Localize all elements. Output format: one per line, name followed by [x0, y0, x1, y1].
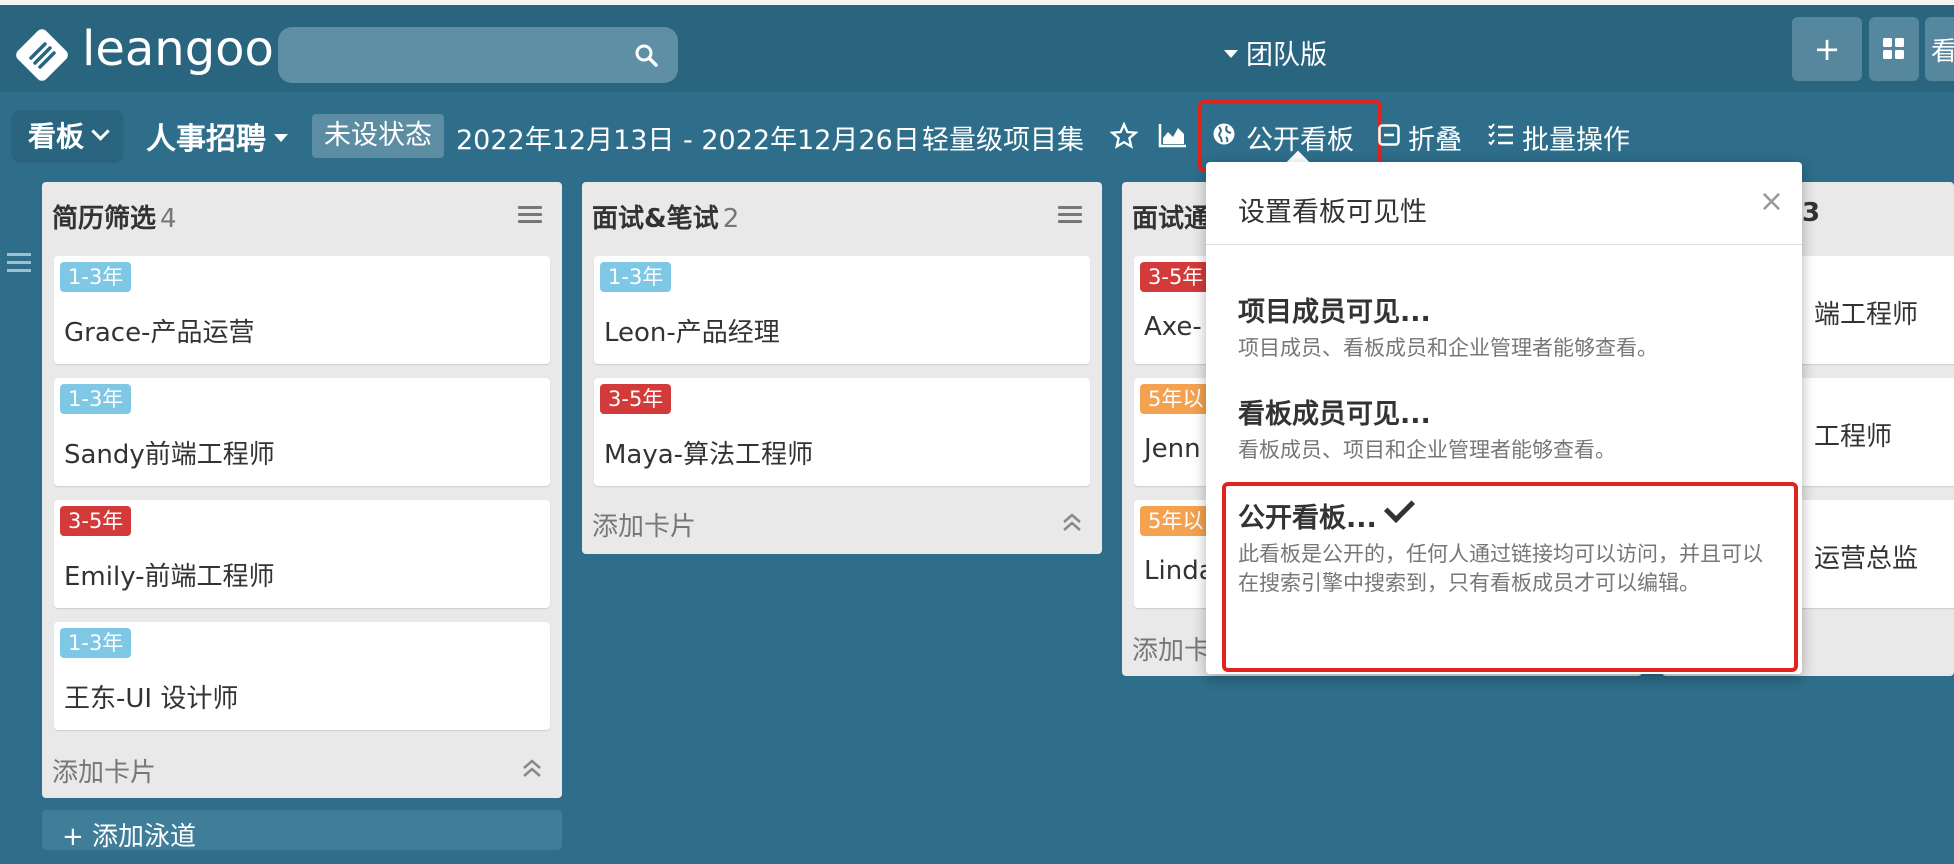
collapse-up-icon[interactable]: [520, 756, 544, 780]
public-option-highlight: [1222, 482, 1798, 672]
add-card-button[interactable]: 添加卡: [1132, 630, 1210, 667]
list-count: 3: [1802, 198, 1821, 228]
card-title: Maya-算法工程师: [604, 440, 814, 470]
visibility-button[interactable]: 公开看板: [1246, 118, 1354, 157]
list-menu-icon[interactable]: [518, 206, 542, 224]
list-interview-test: 面试&笔试 2 1-3年 Leon-产品经理 3-5年 Maya-算法工程师 添加…: [582, 182, 1102, 554]
option-project-members[interactable]: 项目成员可见...: [1238, 290, 1431, 329]
top-navigation-bar: leangoo 团队版 + 看: [0, 5, 1954, 92]
logo-text[interactable]: leangoo: [82, 21, 274, 77]
date-range[interactable]: 2022年12月13日 - 2022年12月26日: [456, 118, 920, 157]
experience-tag: 3-5年: [1140, 262, 1212, 292]
collapse-up-icon[interactable]: [1060, 510, 1084, 534]
globe-icon: [1213, 123, 1235, 145]
caret-down-icon: [274, 133, 288, 142]
apps-grid-button[interactable]: [1869, 17, 1919, 81]
card[interactable]: 1-3年 Grace-产品运营: [54, 256, 550, 364]
card[interactable]: 3-5年 Emily-前端工程师: [54, 500, 550, 608]
fold-button[interactable]: 折叠: [1408, 118, 1462, 157]
close-icon[interactable]: ×: [1759, 184, 1784, 219]
board-menu-button[interactable]: 看: [1925, 17, 1954, 81]
divider: [1206, 244, 1802, 245]
card-title: 端工程师: [1814, 300, 1919, 330]
card[interactable]: 3-5年 Maya-算法工程师: [594, 378, 1090, 486]
option-board-members[interactable]: 看板成员可见...: [1238, 392, 1431, 431]
option-description: 看板成员、项目和企业管理者能够查看。: [1238, 438, 1616, 462]
add-button[interactable]: +: [1792, 17, 1862, 81]
experience-tag: 5年以: [1140, 384, 1212, 414]
leangoo-logo-icon[interactable]: [14, 27, 70, 83]
edition-dropdown[interactable]: 团队版: [1224, 33, 1327, 72]
list-title[interactable]: 面试&笔试 2: [592, 198, 739, 235]
card-title: 王东-UI 设计师: [64, 684, 239, 714]
sidebar-toggle-icon[interactable]: [7, 253, 31, 273]
view-switch-dropdown[interactable]: 看板: [12, 110, 124, 160]
batch-operation-button[interactable]: 批量操作: [1522, 118, 1630, 157]
card-title: Sandy前端工程师: [64, 440, 275, 470]
list-menu-icon[interactable]: [1058, 206, 1082, 224]
list-title[interactable]: 简历筛选 4: [52, 198, 177, 235]
chart-icon[interactable]: [1158, 122, 1188, 148]
checklist-icon: [1488, 123, 1513, 146]
experience-tag: 3-5年: [600, 384, 672, 414]
grid-icon: [1883, 38, 1904, 59]
add-card-button[interactable]: 添加卡片: [52, 752, 156, 789]
card[interactable]: 1-3年 王东-UI 设计师: [54, 622, 550, 730]
card-title: Axe-: [1144, 312, 1202, 342]
collapse-icon: [1378, 124, 1400, 146]
board-title-dropdown[interactable]: 人事招聘: [146, 114, 288, 158]
caret-down-icon: [1224, 49, 1238, 58]
experience-tag: 1-3年: [60, 262, 132, 292]
card[interactable]: 1-3年 Leon-产品经理: [594, 256, 1090, 364]
experience-tag: 1-3年: [60, 628, 132, 658]
card-title: Emily-前端工程师: [64, 562, 275, 592]
list-title[interactable]: 面试通: [1132, 198, 1210, 235]
experience-tag: 5年以: [1140, 506, 1212, 536]
card-title: Leon-产品经理: [604, 318, 780, 348]
project-link[interactable]: 轻量级项目集: [922, 118, 1084, 157]
card[interactable]: 1-3年 Sandy前端工程师: [54, 378, 550, 486]
experience-tag: 3-5年: [60, 506, 132, 536]
list-count: 2: [722, 204, 740, 234]
card-title: Linda: [1144, 556, 1215, 586]
edition-label: 团队版: [1246, 40, 1327, 71]
star-icon[interactable]: [1110, 122, 1138, 150]
card-title: Jenn: [1144, 434, 1201, 464]
search-icon[interactable]: [634, 43, 658, 67]
list-count: 4: [160, 204, 177, 234]
status-badge[interactable]: 未设状态: [312, 114, 444, 158]
experience-tag: 1-3年: [60, 384, 132, 414]
popover-title: 设置看板可见性: [1238, 197, 1427, 228]
card-title: 工程师: [1814, 422, 1893, 452]
view-label: 看板: [28, 120, 85, 153]
add-card-button[interactable]: 添加卡片: [592, 506, 696, 543]
card-title: 运营总监: [1814, 544, 1919, 574]
option-description: 项目成员、看板成员和企业管理者能够查看。: [1238, 336, 1658, 360]
chevron-down-icon: [91, 121, 110, 141]
list-resume-screening: 简历筛选 4 1-3年 Grace-产品运营 1-3年 Sandy前端工程师 3-…: [42, 182, 562, 798]
card-title: Grace-产品运营: [64, 318, 255, 348]
board-title: 人事招聘: [146, 122, 266, 157]
experience-tag: 1-3年: [600, 262, 672, 292]
search-input[interactable]: [278, 27, 678, 83]
add-lane-button[interactable]: + 添加泳道: [42, 810, 562, 852]
